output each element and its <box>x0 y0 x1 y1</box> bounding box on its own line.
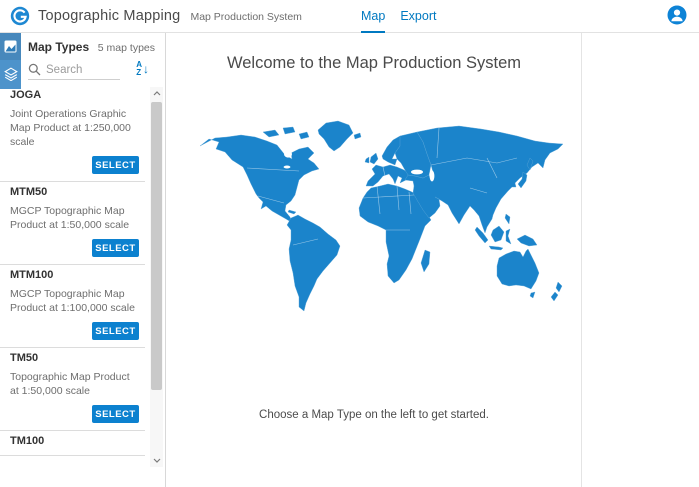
chevron-down-icon[interactable] <box>150 454 163 467</box>
map-types-panel: Map Types 5 map types AZ ↓ JOGA Joint Op… <box>0 33 166 487</box>
globe-logo-icon <box>10 6 30 26</box>
app-header: Topographic Mapping Map Production Syste… <box>0 0 699 33</box>
layers-icon <box>4 67 18 81</box>
map-type-row-mtm100: MTM100 MGCP Topographic Map Product at 1… <box>0 265 145 348</box>
map-type-list: JOGA Joint Operations Graphic Map Produc… <box>0 85 148 487</box>
map-type-name: TM100 <box>10 435 139 448</box>
app-subtitle: Map Production System <box>190 11 301 23</box>
world-map-image <box>187 118 567 318</box>
map-type-description: MGCP Topographic Map Product at 1:100,00… <box>10 287 139 315</box>
map-type-description: MGCP Topographic Map Product at 1:50,000… <box>10 204 139 232</box>
tool-strip <box>0 33 21 89</box>
map-type-row-mtm50: MTM50 MGCP Topographic Map Product at 1:… <box>0 182 145 265</box>
map-type-description: Topographic Map Product at 1:50,000 scal… <box>10 370 139 398</box>
search-box <box>28 63 120 80</box>
welcome-panel: Welcome to the Map Production System <box>167 33 582 487</box>
map-type-count: 5 map types <box>98 42 155 54</box>
sidebar-scrollbar[interactable] <box>150 87 163 467</box>
select-button-mtm100[interactable]: SELECT <box>92 322 139 340</box>
top-nav: Map Export <box>361 0 436 33</box>
select-button-joga[interactable]: SELECT <box>92 156 139 174</box>
select-button-mtm50[interactable]: SELECT <box>92 239 139 257</box>
panel-title: Map Types <box>28 40 89 54</box>
layers-tool-button[interactable] <box>0 60 21 87</box>
panel-header: Map Types 5 map types <box>28 40 155 54</box>
sort-az-icon[interactable]: AZ ↓ <box>136 61 149 77</box>
search-input[interactable] <box>46 64 118 76</box>
map-tool-icon <box>4 40 17 53</box>
welcome-title: Welcome to the Map Production System <box>167 54 581 73</box>
map-type-name: TM50 <box>10 352 139 365</box>
map-tool-button[interactable] <box>0 33 21 60</box>
map-type-row-joga: JOGA Joint Operations Graphic Map Produc… <box>0 85 145 182</box>
scrollbar-thumb[interactable] <box>151 102 162 390</box>
map-type-name: JOGA <box>10 89 139 102</box>
select-button-tm50[interactable]: SELECT <box>92 405 139 423</box>
user-avatar-icon[interactable] <box>667 5 687 25</box>
tab-export[interactable]: Export <box>400 0 436 33</box>
app-title: Topographic Mapping <box>38 8 180 24</box>
tab-map[interactable]: Map <box>361 0 385 33</box>
map-type-name: MTM100 <box>10 269 139 282</box>
chevron-up-icon[interactable] <box>150 87 163 100</box>
map-type-description: Joint Operations Graphic Map Product at … <box>10 107 139 149</box>
map-type-row-tm100: TM100 <box>0 431 145 456</box>
map-type-row-tm50: TM50 Topographic Map Product at 1:50,000… <box>0 348 145 431</box>
search-icon <box>28 63 41 76</box>
map-type-name: MTM50 <box>10 186 139 199</box>
instruction-text: Choose a Map Type on the left to get sta… <box>167 409 581 421</box>
